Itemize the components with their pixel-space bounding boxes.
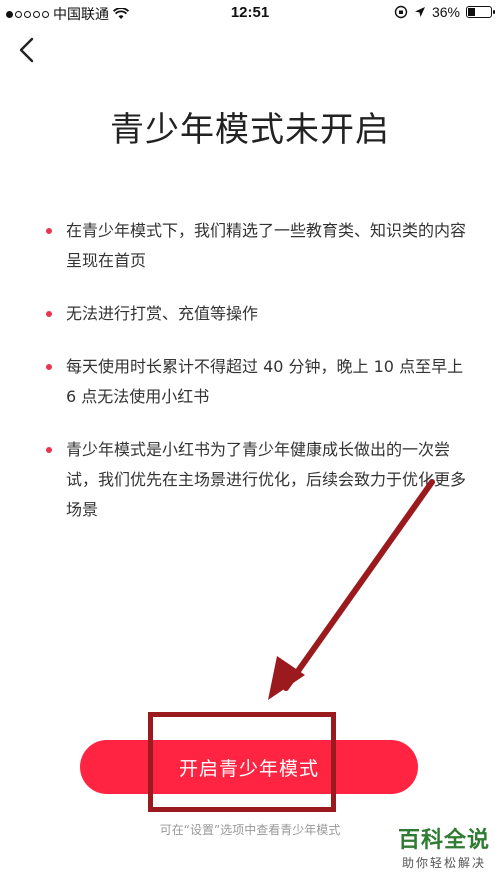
- list-item: 无法进行打赏、充值等操作: [46, 299, 466, 329]
- location-arrow-icon: [414, 7, 425, 17]
- orientation-lock-icon: [394, 5, 408, 19]
- chevron-left-icon: [19, 37, 34, 63]
- battery-icon: [466, 6, 495, 18]
- watermark-subtitle: 助你轻松解决: [401, 856, 486, 870]
- list-item: 青少年模式是小红书为了青少年健康成长做出的一次尝试，我们优先在主场景进行优化，后…: [46, 435, 466, 525]
- battery-level-fill: [468, 8, 476, 16]
- back-button[interactable]: [10, 34, 42, 66]
- status-bar: 中国联通 12:51 36%: [0, 0, 500, 26]
- battery-percent: 36%: [431, 4, 460, 20]
- watermark-title: 百科全说: [397, 828, 490, 853]
- list-item-text: 在青少年模式下，我们精选了一些教育类、知识类的内容呈现在首页: [66, 221, 467, 270]
- info-list: 在青少年模式下，我们精选了一些教育类、知识类的内容呈现在首页 无法进行打赏、充值…: [46, 216, 466, 548]
- list-item-text: 无法进行打赏、充值等操作: [66, 304, 259, 323]
- list-item: 在青少年模式下，我们精选了一些教育类、知识类的内容呈现在首页: [46, 216, 466, 276]
- page-title: 青少年模式未开启: [110, 110, 390, 150]
- list-item-text: 青少年模式是小红书为了青少年健康成长做出的一次尝试，我们优先在主场景进行优化，后…: [66, 440, 467, 519]
- list-item-text: 每天使用时长累计不得超过 40 分钟，晚上 10 点至早上 6 点无法使用小红书: [66, 357, 464, 406]
- bullet-dot: [46, 364, 52, 370]
- annotation-highlight-box: [148, 712, 336, 812]
- list-item: 每天使用时长累计不得超过 40 分钟，晚上 10 点至早上 6 点无法使用小红书: [46, 352, 466, 412]
- bullet-dot: [46, 447, 52, 453]
- watermark-logo: 百科全说 助你轻松解决: [398, 828, 490, 871]
- bullet-dot: [46, 311, 52, 317]
- bullet-dot: [46, 228, 52, 234]
- status-right: 36%: [394, 4, 495, 20]
